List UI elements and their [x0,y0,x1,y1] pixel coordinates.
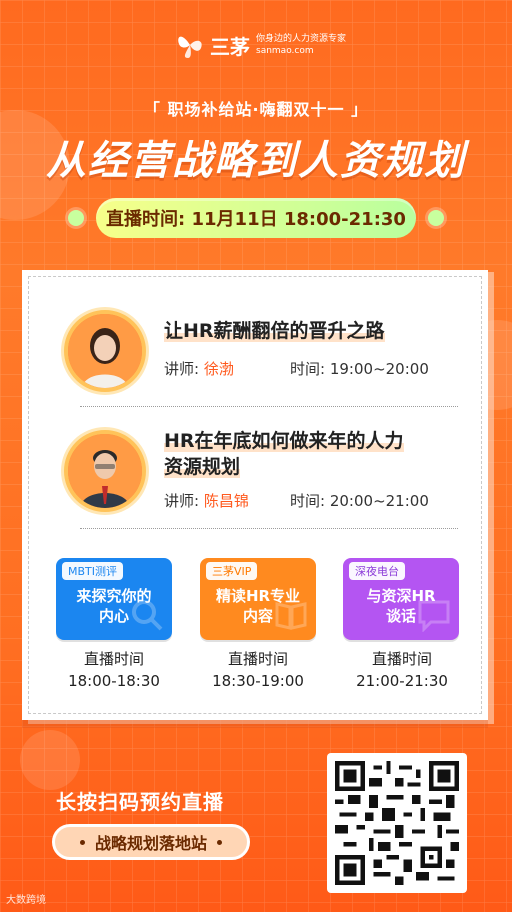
qr-code-icon [335,761,459,885]
card-badge: 三茅VIP [206,562,258,580]
divider [80,528,458,529]
lecturer-name-1: 徐渤 [203,360,234,378]
qr-code-box[interactable] [327,753,467,893]
card-badge: MBTI测评 [62,562,124,580]
brand-logo: 三茅 你身边的人力资源专家 sanmao.com [176,30,346,60]
decor-circle [20,730,80,790]
event-subtitle: 「 职场补给站·嗨翻双十一 」 [143,100,369,119]
scan-cta: 长按扫码预约直播 [56,790,224,814]
talk-title-1: 让HR薪酬翻倍的晋升之路 [164,320,385,342]
decor-dot [79,839,85,845]
session-card-radio[interactable]: 深夜电台 与资深HR 谈话 [343,558,459,640]
lecturer-1: 讲师: 徐渤 [164,360,234,378]
decor-dot [428,210,444,226]
poster: 三茅 你身边的人力资源专家 sanmao.com 「 职场补给站·嗨翻双十一 」… [0,0,512,912]
speaker-avatar-2 [64,430,146,512]
decor-dot [217,839,222,845]
man-portrait-icon [68,434,142,508]
talk-time-1: 时间: 19:00~20:00 [290,360,429,378]
brand-tagline-block: 你身边的人力资源专家 sanmao.com [256,33,346,57]
woman-portrait-icon [68,314,142,388]
live-time-pill: 直播时间: 11月11日 18:00-21:30 [96,198,416,238]
divider [80,406,458,407]
card-badge: 深夜电台 [349,562,405,580]
brand-name: 三茅 [210,34,250,59]
brand-tagline: 你身边的人力资源专家 [256,34,347,44]
session-card-vip[interactable]: 三茅VIP 精读HR专业 内容 [200,558,316,640]
watermark: 大数跨境 [6,895,46,906]
lecturer-name-2: 陈昌锦 [203,492,249,510]
card-time-1: 直播时间 18:00-18:30 [68,650,160,690]
brand-domain: sanmao.com [256,46,314,56]
lecturer-2: 讲师: 陈昌锦 [164,492,249,510]
talk-time-2: 时间: 20:00~21:00 [290,492,429,510]
session-card-mbti[interactable]: MBTI测评 来探究你的 内心 [56,558,172,640]
card-time-3: 直播时间 21:00-21:30 [356,650,448,690]
chat-icon [418,600,450,632]
event-title: 从经营战略到人资规划 [46,138,466,184]
book-icon [275,602,307,630]
speaker-avatar-1 [64,310,146,392]
search-icon [132,600,163,631]
talk-title-2: HR在年底如何做来年的人力 资源规划 [164,430,404,478]
card-time-2: 直播时间 18:30-19:00 [212,650,304,690]
butterfly-logo-icon [178,36,202,58]
decor-dot [68,210,84,226]
strategy-pill[interactable]: 战略规划落地站 [52,824,250,860]
